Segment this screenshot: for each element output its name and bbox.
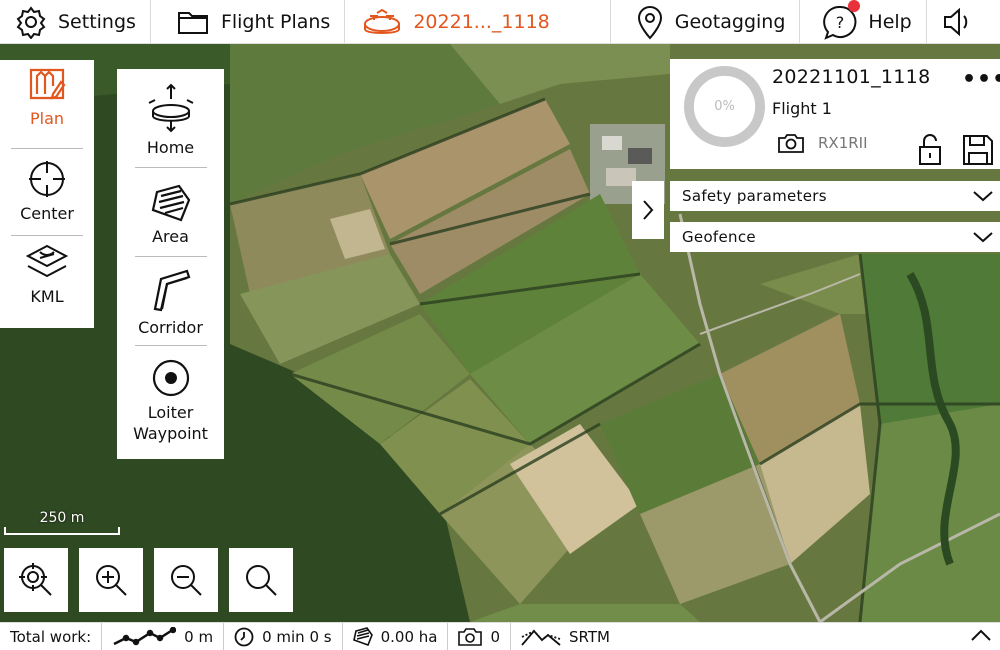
crosshair-icon <box>29 161 65 197</box>
safety-parameters-accordion[interactable]: Safety parameters <box>670 181 1000 211</box>
status-bar: Total work: 0 m 0 min 0 s 0.00 ha 0 SRTM <box>0 622 1000 650</box>
gear-icon <box>16 5 46 39</box>
top-toolbar: Settings Flight Plans 20221..._1118 Geot… <box>0 0 1000 44</box>
more-options-button[interactable]: ••• <box>962 67 1000 92</box>
distance-value: 0 m <box>184 627 214 646</box>
unlock-icon[interactable] <box>917 134 943 166</box>
flight-subtitle: Flight 1 <box>772 99 832 118</box>
geotagging-label: Geotagging <box>674 10 786 33</box>
zoom-target-icon <box>19 563 52 596</box>
svg-text:?: ? <box>836 13 845 32</box>
area-label: Area <box>152 227 189 246</box>
map-canvas[interactable]: Plan Center KML Home Area Corridor Loite… <box>0 44 1000 622</box>
current-plan-tab[interactable]: 20221..._1118 <box>345 0 611 43</box>
zoom-fit-button[interactable] <box>229 548 293 612</box>
loiter-waypoint-tool[interactable]: Loiter Waypoint <box>117 346 224 458</box>
zoom-to-location-button[interactable] <box>4 548 68 612</box>
plan-tool[interactable]: Plan <box>0 60 94 148</box>
kml-label: KML <box>30 287 64 306</box>
folder-icon <box>177 11 208 34</box>
plan-label: Plan <box>29 109 65 128</box>
safety-parameters-label: Safety parameters <box>682 187 827 205</box>
clock-icon <box>234 627 254 646</box>
zoom-in-button[interactable] <box>79 548 143 612</box>
chevron-right-icon <box>643 200 654 220</box>
tool-palette-primary: Plan Center KML <box>0 60 94 328</box>
scale-line <box>4 527 120 535</box>
total-work-label: Total work: <box>10 627 92 646</box>
elevation-source: SRTM <box>569 627 610 646</box>
area-icon <box>151 184 190 222</box>
scale-label: 250 m <box>39 510 85 526</box>
home-drone-icon <box>148 83 193 133</box>
geofence-label: Geofence <box>682 228 756 246</box>
plan-icon <box>29 68 66 100</box>
elevation-stat: SRTM <box>511 623 620 650</box>
volume-button[interactable] <box>927 0 999 43</box>
area-value: 0.00 ha <box>380 627 438 646</box>
path-distance-icon <box>113 626 177 645</box>
chevron-down-icon <box>973 191 993 202</box>
camera-model: RX1RII <box>818 134 868 152</box>
notification-badge <box>848 0 861 12</box>
speaker-icon <box>943 7 967 36</box>
photos-stat: 0 <box>448 622 512 650</box>
geotagging-menu[interactable]: Geotagging <box>611 0 801 43</box>
photos-value: 0 <box>490 627 501 646</box>
terrain-icon <box>521 629 561 646</box>
area-icon <box>352 626 373 646</box>
panel-expand-tab[interactable] <box>632 181 664 239</box>
area-tool[interactable]: Area <box>117 168 224 256</box>
chevron-down-icon <box>973 232 993 243</box>
kml-icon <box>26 244 68 278</box>
distance-stat: 0 m <box>102 622 225 650</box>
magnifier-icon <box>246 565 277 596</box>
flight-plans-menu[interactable]: Flight Plans <box>151 0 346 43</box>
location-pin-icon <box>637 5 662 39</box>
time-stat: 0 min 0 s <box>224 622 343 650</box>
settings-menu[interactable]: Settings <box>0 0 151 43</box>
camera-icon <box>778 134 804 153</box>
area-stat: 0.00 ha <box>343 622 449 650</box>
camera-info[interactable]: RX1RII <box>778 133 868 153</box>
zoom-out-icon <box>171 565 202 596</box>
zoom-in-icon <box>96 565 127 596</box>
camera-icon <box>458 627 483 646</box>
center-label: Center <box>20 204 74 223</box>
corridor-icon <box>153 269 190 312</box>
save-icon[interactable] <box>962 134 994 166</box>
home-tool[interactable]: Home <box>117 69 224 167</box>
time-value: 0 min 0 s <box>262 627 332 646</box>
flight-plans-label: Flight Plans <box>220 10 331 33</box>
progress-label: 0% <box>714 99 735 114</box>
center-tool[interactable]: Center <box>0 149 94 235</box>
tool-palette-secondary: Home Area Corridor Loiter Waypoint <box>117 69 224 459</box>
drone-icon <box>364 8 401 34</box>
settings-label: Settings <box>58 10 136 33</box>
help-icon-wrap: ? <box>822 0 861 40</box>
flight-name: 20221101_1118 <box>772 66 931 88</box>
loiter-waypoint-label: Loiter Waypoint <box>133 403 208 443</box>
help-label: Help <box>868 10 912 33</box>
zoom-out-button[interactable] <box>154 548 218 612</box>
chevron-up-icon[interactable] <box>970 628 992 642</box>
scale-bar: 250 m <box>4 510 120 536</box>
home-label: Home <box>146 138 195 157</box>
loiter-waypoint-icon <box>152 359 189 397</box>
corridor-tool[interactable]: Corridor <box>117 257 224 345</box>
total-work: Total work: <box>0 622 103 650</box>
corridor-label: Corridor <box>138 318 203 337</box>
current-plan-label: 20221..._1118 <box>413 10 550 33</box>
geofence-accordion[interactable]: Geofence <box>670 222 1000 252</box>
help-menu[interactable]: ? Help <box>800 0 927 43</box>
flight-info-panel: 0% 20221101_1118 ••• Flight 1 RX1RII <box>670 59 1000 169</box>
kml-tool[interactable]: KML <box>0 236 94 316</box>
